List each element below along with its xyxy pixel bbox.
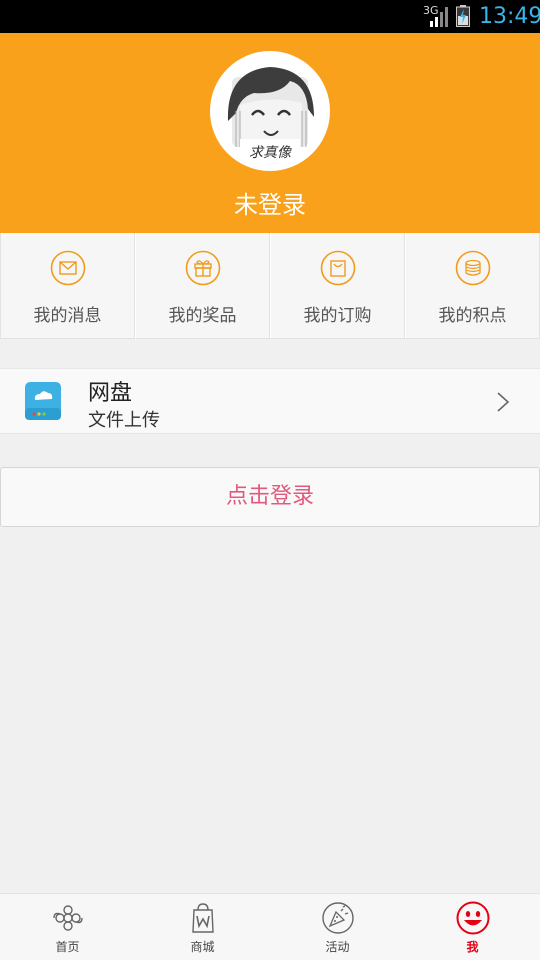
tab-activity[interactable]: 活动 — [270, 894, 405, 960]
envelope-icon — [50, 250, 86, 286]
bottom-nav: 首页 商城 活动 我 — [0, 893, 540, 960]
login-button[interactable]: 点击登录 — [0, 467, 540, 527]
avatar[interactable]: 求真像 — [210, 51, 330, 171]
smiley-icon — [456, 901, 489, 935]
avatar-caption: 求真像 — [249, 145, 291, 161]
unicom-knot-icon — [52, 905, 83, 931]
cloud-drive-icon — [25, 382, 61, 420]
tab-label: 我 — [466, 940, 479, 954]
login-status: 未登录 — [234, 191, 306, 219]
quick-item-label: 我的订购 — [303, 306, 372, 326]
coins-icon — [455, 250, 491, 286]
battery-charging-icon — [456, 5, 470, 27]
signal-icon — [430, 7, 448, 27]
status-bar: 3G 13:49 — [0, 0, 540, 33]
quick-item-label: 我的奖品 — [168, 306, 237, 326]
cloud-disk-row[interactable]: 网盘 文件上传 — [0, 368, 540, 434]
tab-label: 商城 — [190, 940, 215, 954]
cloud-disk-subtitle: 文件上传 — [88, 410, 160, 431]
shopping-bag-icon — [320, 250, 356, 286]
quick-item-orders[interactable]: 我的订购 — [270, 233, 405, 339]
quick-item-label: 我的积点 — [438, 306, 507, 326]
tab-home[interactable]: 首页 — [0, 894, 135, 960]
quick-menu: 我的消息 我的奖品 我的订购 我的积点 — [0, 233, 540, 339]
cloud-disk-title: 网盘 — [88, 381, 133, 406]
tab-label: 活动 — [325, 940, 350, 954]
clock: 13:49 — [479, 4, 540, 29]
tab-label: 首页 — [55, 940, 80, 954]
quick-item-messages[interactable]: 我的消息 — [0, 233, 135, 339]
shopping-bag-w-icon — [191, 903, 214, 933]
gift-icon — [185, 250, 221, 286]
quick-item-prizes[interactable]: 我的奖品 — [135, 233, 270, 339]
chevron-right-icon — [497, 392, 510, 412]
tab-me[interactable]: 我 — [405, 894, 540, 960]
party-icon — [321, 902, 354, 934]
tab-mall[interactable]: 商城 — [135, 894, 270, 960]
quick-item-points[interactable]: 我的积点 — [405, 233, 540, 339]
profile-header: 求真像 未登录 — [0, 33, 540, 233]
quick-item-label: 我的消息 — [33, 306, 102, 326]
